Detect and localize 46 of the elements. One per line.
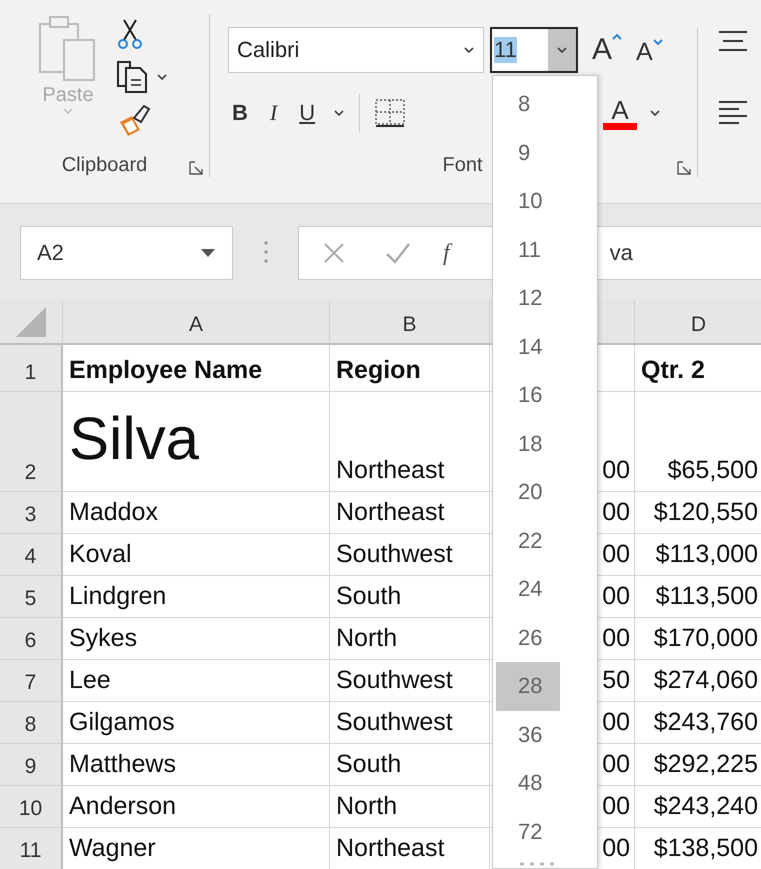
table-cell: 00 bbox=[602, 456, 630, 485]
table-cell: 00 bbox=[602, 540, 630, 569]
table-cell: Employee Name bbox=[69, 356, 262, 385]
table-cell: $292,225 bbox=[654, 750, 758, 779]
table-cell: 00 bbox=[602, 498, 630, 527]
table-cell: Northeast bbox=[336, 456, 444, 485]
table-cell: Matthews bbox=[69, 750, 176, 779]
table-cell: Koval bbox=[69, 540, 132, 569]
table-cell: Maddox bbox=[69, 498, 158, 527]
table-cell: Southwest bbox=[336, 540, 453, 569]
table-cell: 00 bbox=[602, 750, 630, 779]
table-cell: $113,000 bbox=[656, 540, 758, 569]
table-cell: $243,240 bbox=[654, 792, 758, 821]
table-cell: Gilgamos bbox=[69, 708, 175, 737]
table-cell: Lindgren bbox=[69, 582, 166, 611]
table-cell: Region bbox=[336, 356, 421, 385]
table-cell: $120,550 bbox=[654, 498, 758, 527]
table-cell: North bbox=[336, 792, 398, 821]
table-cell: Qtr. 2 bbox=[641, 356, 705, 385]
table-cell: 00 bbox=[602, 708, 630, 737]
table-cell: Anderson bbox=[69, 792, 176, 821]
table-cell: $243,760 bbox=[654, 708, 758, 737]
table-cell: $65,500 bbox=[668, 456, 758, 485]
table-cell: $170,000 bbox=[654, 624, 758, 653]
table-cell: $138,500 bbox=[654, 834, 758, 863]
table-cell: Lee bbox=[69, 666, 111, 695]
group-label: Font bbox=[442, 154, 483, 176]
table-cell: Southwest bbox=[336, 666, 453, 695]
table-cell: Sykes bbox=[69, 624, 138, 653]
table-cell: Wagner bbox=[69, 834, 156, 863]
table-cell: 00 bbox=[602, 624, 630, 653]
table-cell: Silva bbox=[69, 404, 200, 473]
table-cell: Northeast bbox=[336, 498, 444, 527]
table-cell: Southwest bbox=[336, 708, 453, 737]
table-cell: 00 bbox=[602, 792, 630, 821]
table-cell: Northeast bbox=[336, 834, 444, 863]
table-cell: North bbox=[336, 624, 398, 653]
group-label: Clipboard bbox=[62, 154, 148, 176]
table-cell: 00 bbox=[602, 582, 630, 611]
table-cell: $274,060 bbox=[654, 666, 758, 695]
table-cell: 50 bbox=[602, 666, 630, 695]
table-cell: South bbox=[336, 750, 402, 779]
table-cell: 00 bbox=[602, 834, 630, 863]
table-cell: South bbox=[336, 582, 402, 611]
table-cell: $113,500 bbox=[656, 582, 758, 611]
formula-value: va bbox=[610, 240, 633, 266]
